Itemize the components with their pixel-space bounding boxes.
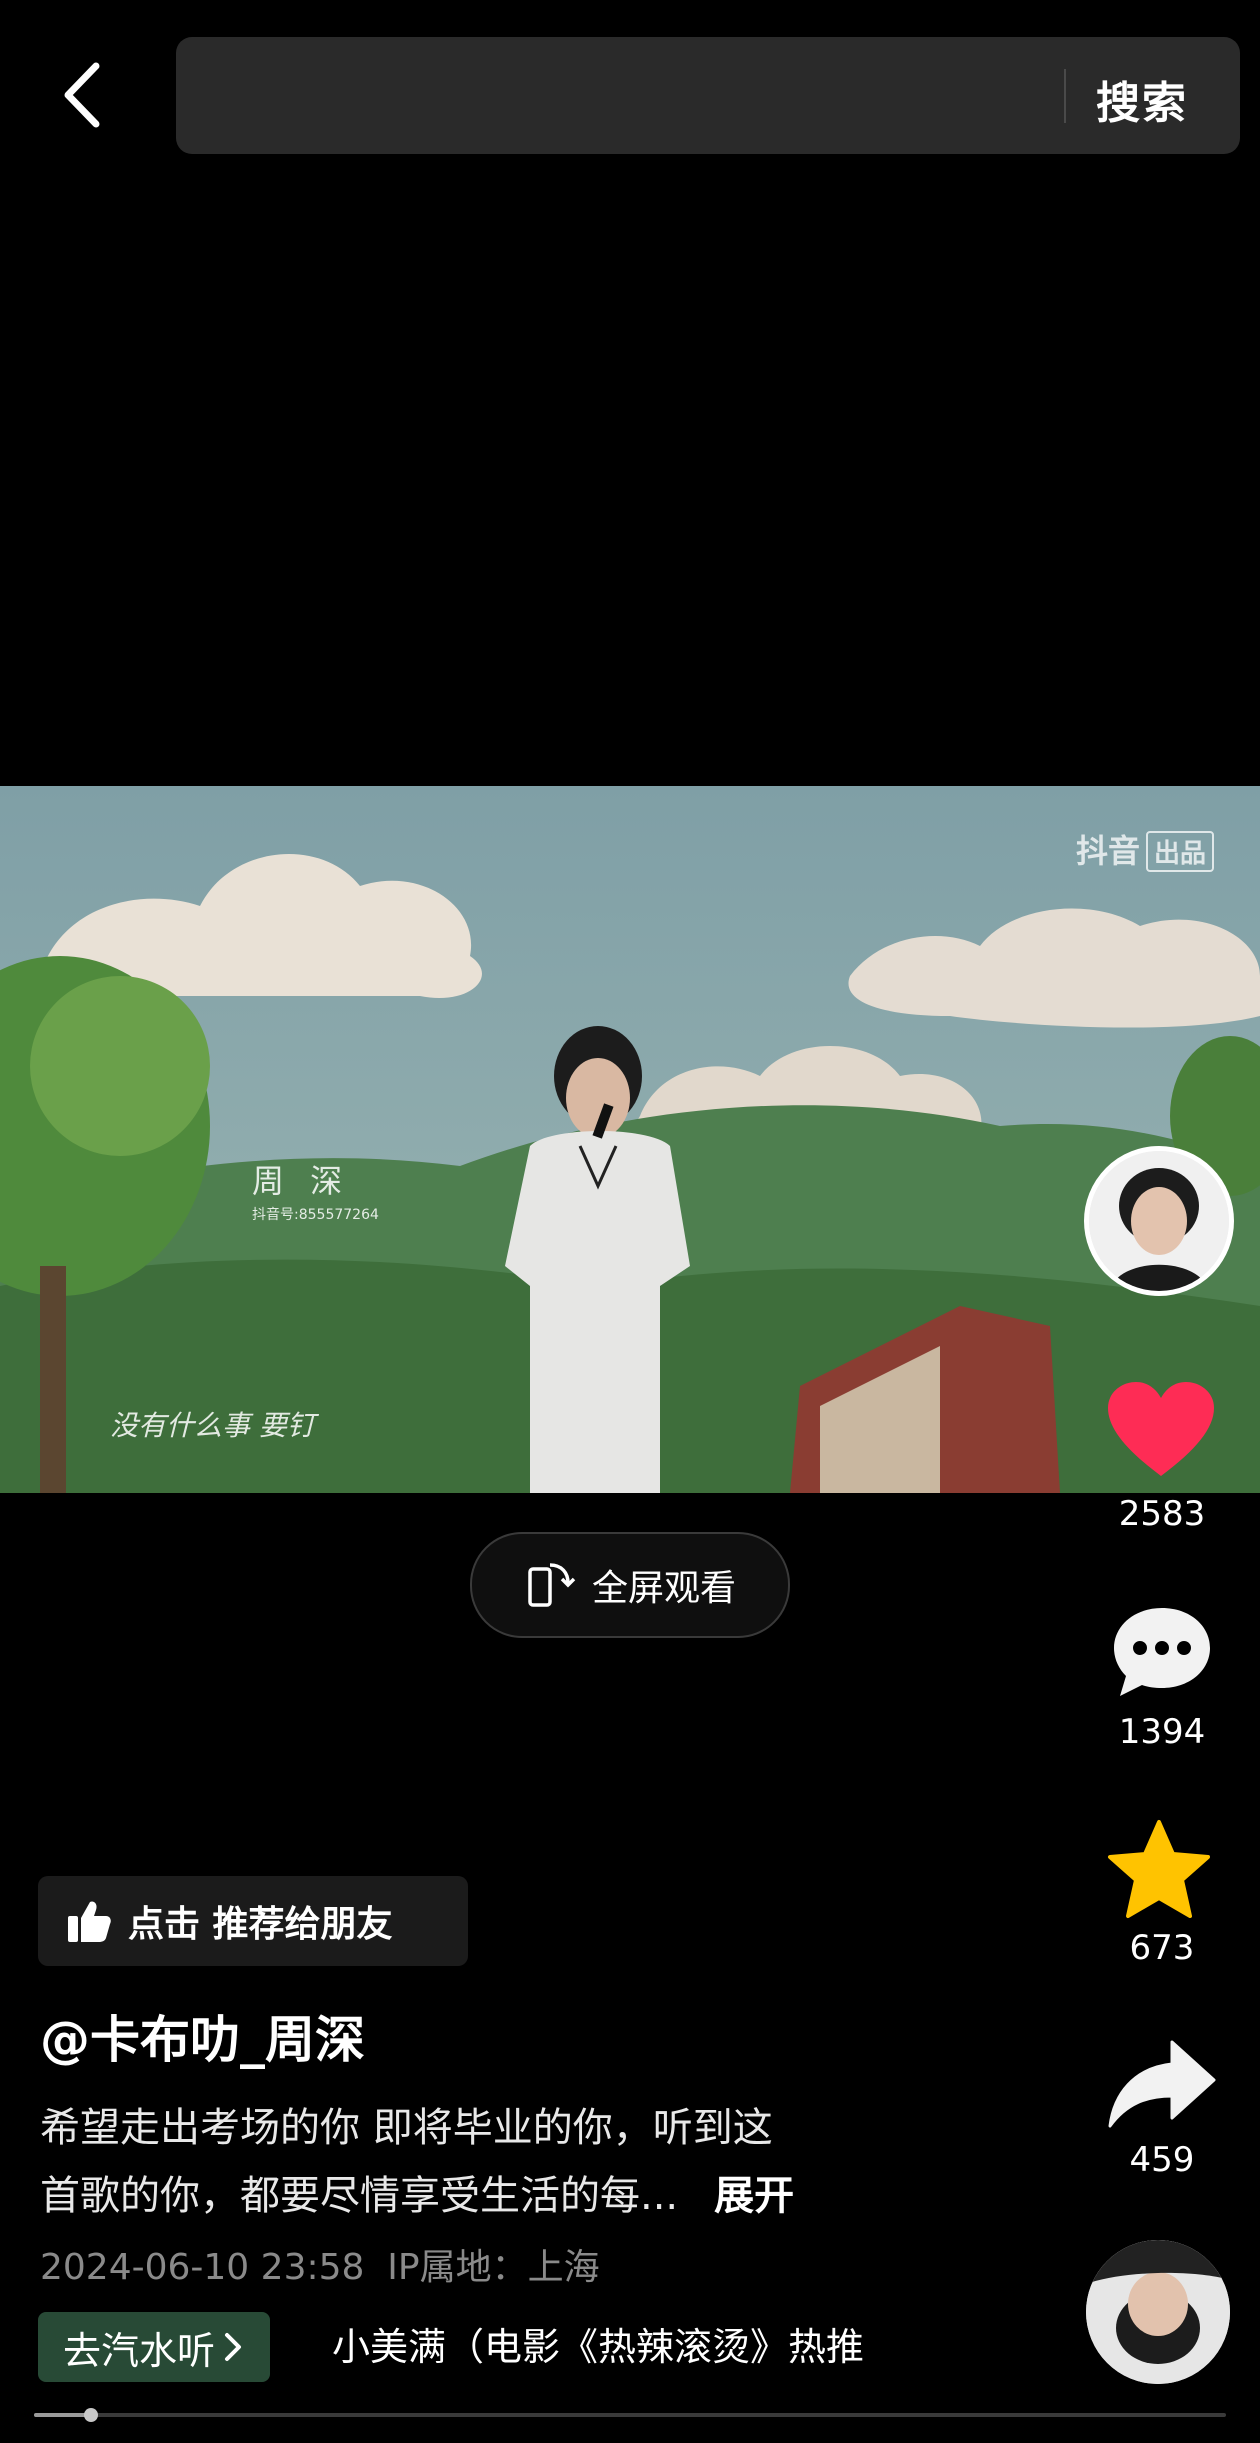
like-button[interactable] [1106, 1380, 1216, 1484]
fullscreen-label: 全屏观看 [591, 1568, 736, 1609]
watermark-tag: 出品 [1145, 831, 1214, 872]
progress-fill [34, 2413, 92, 2417]
go-listen-button[interactable]: 去汽水听 [38, 2312, 270, 2382]
comment-icon [1114, 1608, 1210, 1696]
description-line-2: 首歌的你，都要尽情享受生活的每... 展开 [40, 2162, 960, 2230]
share-count: 459 [1129, 2140, 1195, 2180]
comment-button[interactable] [1110, 1604, 1214, 1704]
video-description: 希望走出考场的你 即将毕业的你，听到这 首歌的你，都要尽情享受生活的每... 展开 [40, 2094, 960, 2230]
music-disc-image [1086, 2240, 1230, 2384]
post-datetime: 2024-06-10 23:58 [40, 2247, 365, 2288]
search-divider [1064, 69, 1066, 123]
expand-button[interactable]: 展开 [714, 2173, 794, 2219]
description-line-2-text: 首歌的你，都要尽情享受生活的每... [40, 2173, 679, 2219]
recommend-label: 点击 推荐给朋友 [128, 1904, 393, 1945]
search-input[interactable]: 搜索 [176, 37, 1240, 154]
back-button[interactable] [58, 60, 108, 130]
comment-count: 1394 [1118, 1712, 1206, 1752]
music-disc-avatar[interactable] [1086, 2240, 1230, 2384]
video-frame-image [0, 786, 1260, 1493]
star-icon [1108, 1820, 1210, 1918]
thumbs-up-icon [68, 1901, 111, 1942]
music-title[interactable]: 小美满（电影《热辣滚烫》热推 [332, 2316, 926, 2371]
watermark-brand: 抖音 [1075, 832, 1140, 870]
watermark: 抖音 出品 [1076, 826, 1214, 872]
like-count: 2583 [1118, 1494, 1206, 1534]
handwriting-overlay: 没有什么事 要钉 [110, 1409, 315, 1442]
go-listen-label: 去汽水听 [62, 2328, 215, 2373]
overlay-id: 抖音号:855577264 [252, 1207, 379, 1223]
share-arrow-icon [1108, 2040, 1216, 2128]
author-handle[interactable]: @卡布叻_周深 [40, 2000, 365, 2072]
ip-location: IP属地：上海 [387, 2247, 600, 2288]
avatar-image [1089, 1151, 1229, 1291]
fullscreen-button[interactable]: 全屏观看 [470, 1532, 790, 1638]
favorite-count: 673 [1129, 1928, 1195, 1968]
singer-name-overlay: 周 深 抖音号:855577264 [252, 1156, 379, 1224]
favorite-button[interactable] [1104, 1818, 1214, 1928]
video-progress-bar[interactable] [34, 2408, 1226, 2422]
video-player[interactable]: 抖音 出品 周 深 抖音号:855577264 没有什么事 要钉 [0, 786, 1260, 1493]
rotate-phone-icon [528, 1563, 576, 1607]
creator-avatar[interactable] [1084, 1146, 1234, 1296]
recommend-button[interactable]: 点击 推荐给朋友 [38, 1876, 468, 1966]
search-button[interactable]: 搜索 [1096, 67, 1188, 131]
post-meta: 2024-06-10 23:58 IP属地：上海 [40, 2238, 600, 2290]
chevron-right-icon [225, 2333, 241, 2361]
share-button[interactable] [1106, 2036, 1218, 2136]
description-line-1: 希望走出考场的你 即将毕业的你，听到这 [40, 2105, 773, 2151]
overlay-name: 周 深 [252, 1162, 351, 1200]
chevron-left-icon [64, 62, 100, 128]
heart-icon [1108, 1382, 1214, 1476]
progress-handle[interactable] [84, 2408, 99, 2422]
